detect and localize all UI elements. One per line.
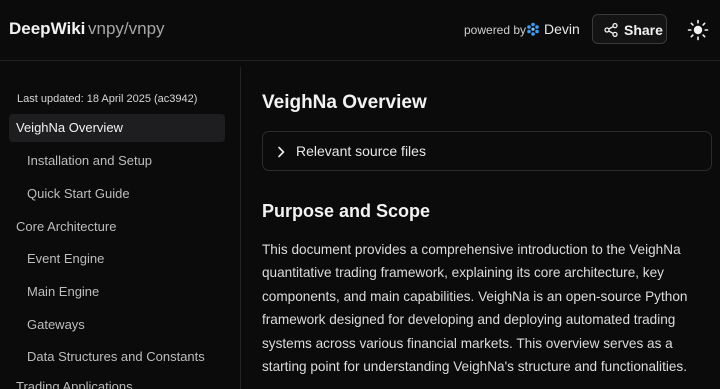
sidebar-item-label: Core Architecture — [16, 219, 117, 234]
brand-logo[interactable]: DeepWiki — [9, 19, 85, 39]
share-icon — [604, 23, 618, 37]
top-header: DeepWiki vnpy/vnpy powered by Devin Shar… — [0, 0, 720, 61]
sidebar-item-label: Main Engine — [27, 284, 100, 299]
relevant-source-files-label: Relevant source files — [296, 143, 426, 159]
sidebar-item-core-architecture[interactable]: Core Architecture — [9, 213, 219, 241]
sidebar-item-label: Installation and Setup — [27, 153, 153, 168]
sidebar-nav: Last updated: 18 April 2025 (ac3942) Vei… — [0, 67, 241, 389]
repo-name[interactable]: vnpy/vnpy — [88, 19, 165, 39]
section-heading: Purpose and Scope — [262, 201, 431, 221]
main-content: VeighNa Overview Relevant source files P… — [241, 67, 720, 389]
share-button[interactable]: Share — [592, 14, 667, 44]
sidebar-item-label: Gateways — [27, 317, 85, 332]
devin-logo-icon — [527, 22, 539, 36]
devin-link[interactable]: Devin — [544, 21, 580, 37]
sidebar-item-event-engine[interactable]: Event Engine — [20, 245, 220, 273]
sidebar-item-label: VeighNa Overview — [16, 120, 123, 135]
sidebar-item-label: Data Structures and Constants — [27, 349, 205, 364]
last-updated-label: Last updated: 18 April 2025 (ac3942) — [17, 93, 198, 105]
sidebar-item-quick-start-guide[interactable]: Quick Start Guide — [20, 180, 220, 208]
sidebar-item-label: Event Engine — [27, 251, 105, 266]
sidebar-item-label: Trading Applications — [16, 379, 133, 389]
sidebar-item-installation-and-setup[interactable]: Installation and Setup — [20, 147, 220, 175]
sidebar-item-data-structures-and-constants[interactable]: Data Structures and Constants — [20, 343, 235, 371]
share-button-label: Share — [624, 22, 663, 38]
powered-by-label: powered by — [464, 23, 527, 37]
sidebar-item-veighna-overview[interactable]: VeighNa Overview — [9, 114, 225, 142]
intro-paragraph: This document provides a comprehensive i… — [262, 242, 688, 375]
relevant-source-files-toggle[interactable]: Relevant source files — [262, 131, 712, 171]
sidebar-item-main-engine[interactable]: Main Engine — [20, 278, 220, 306]
page-title: VeighNa Overview — [262, 92, 427, 113]
sidebar-item-trading-applications[interactable]: Trading Applications — [9, 373, 219, 389]
sidebar-item-label: Quick Start Guide — [27, 186, 130, 201]
sidebar-item-gateways[interactable]: Gateways — [20, 311, 220, 339]
chevron-right-icon — [278, 146, 285, 158]
sun-icon[interactable] — [687, 19, 709, 41]
